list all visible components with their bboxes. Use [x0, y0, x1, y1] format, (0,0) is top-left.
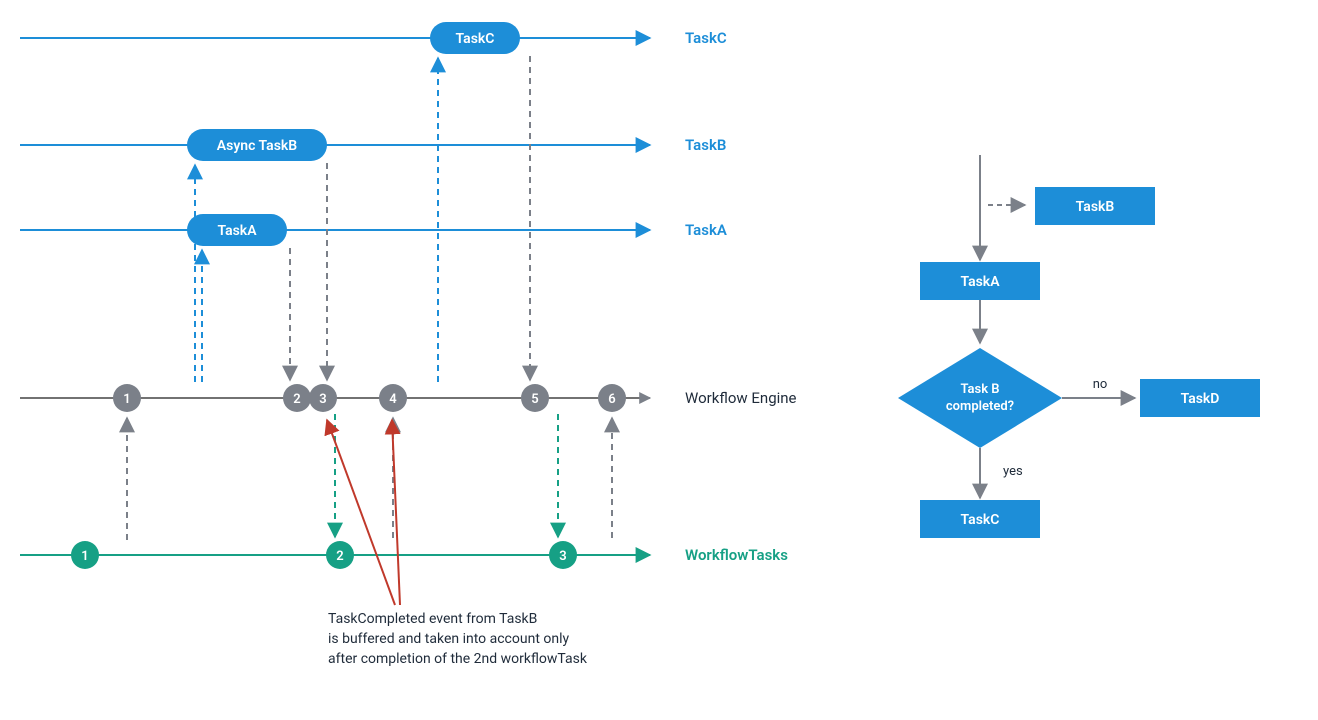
engine-c5: 5: [531, 392, 538, 407]
lane-engine-label: Workflow Engine: [685, 389, 797, 407]
pill-taska-text: TaskA: [217, 223, 257, 239]
annotation-line2: is buffered and taken into account only: [328, 631, 569, 647]
flowchart: TaskB TaskA Task B completed? no TaskD y…: [898, 155, 1260, 538]
lane-taskc-label: TaskC: [685, 29, 727, 47]
pill-taskb-text: Async TaskB: [217, 138, 297, 154]
fc-decision-l2: completed?: [946, 399, 1014, 414]
fc-decision-l1: Task B: [960, 382, 999, 397]
pill-taska: TaskA: [187, 214, 287, 246]
pill-taskc: TaskC: [430, 22, 520, 54]
engine-c4: 4: [389, 392, 397, 407]
fc-taskd: TaskD: [1181, 391, 1220, 407]
wft-c3: 3: [559, 549, 566, 564]
fc-yes-label: yes: [1003, 464, 1023, 479]
annotation-line3: after completion of the 2nd workflowTask: [328, 651, 588, 667]
engine-c3: 3: [319, 392, 326, 407]
fc-taskb: TaskB: [1076, 199, 1115, 215]
annotation-line1: TaskCompleted event from TaskB: [328, 611, 537, 627]
pill-taskc-text: TaskC: [456, 31, 495, 47]
lane-taskb-label: TaskB: [685, 136, 726, 154]
lane-taska-label: TaskA: [685, 221, 727, 239]
pill-taskb: Async TaskB: [187, 129, 327, 161]
fc-no-label: no: [1093, 377, 1108, 392]
engine-c2: 2: [293, 392, 300, 407]
engine-c1: 1: [123, 392, 130, 407]
fc-taska: TaskA: [960, 274, 1000, 290]
wft-c1: 1: [81, 549, 88, 564]
anno-arrow-1: [327, 420, 395, 605]
engine-c6: 6: [608, 392, 615, 407]
fc-taskc: TaskC: [961, 512, 1000, 528]
wft-c2: 2: [336, 549, 343, 564]
lane-wft-label: WorkflowTasks: [685, 546, 788, 564]
